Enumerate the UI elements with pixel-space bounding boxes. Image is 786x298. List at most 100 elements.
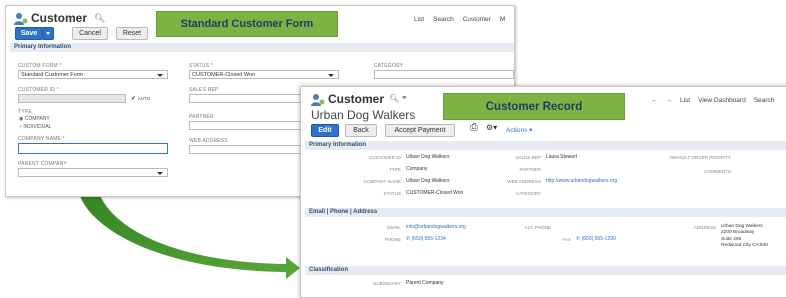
customer-record-banner: Customer Record bbox=[443, 93, 625, 120]
customer-id-field[interactable] bbox=[18, 94, 126, 103]
primary-information-section[interactable]: Primary Information bbox=[305, 141, 786, 150]
top-nav: List Search Customer M bbox=[414, 16, 505, 23]
cancel-button[interactable]: Cancel bbox=[72, 27, 108, 40]
auto-label: AUTO bbox=[137, 96, 151, 101]
subsidiary-label: SUBSIDIARY bbox=[373, 281, 401, 286]
email-link[interactable]: info@urbandogwalkers.org bbox=[406, 224, 466, 230]
reset-button[interactable]: Reset bbox=[116, 27, 148, 40]
comments-label: COMMENTS bbox=[704, 169, 731, 174]
company-name-label: COMPANY NAME bbox=[363, 179, 401, 184]
address-label: ADDRESS bbox=[693, 225, 716, 230]
status-select[interactable]: CUSTOMER-Closed Won bbox=[189, 70, 339, 79]
chevron-down-icon bbox=[157, 172, 163, 175]
page-title: Customer bbox=[31, 11, 88, 25]
type-company-radio[interactable]: ◉ COMPANY bbox=[19, 116, 50, 122]
search-icon[interactable]: 🔍︎ bbox=[389, 94, 399, 103]
parent-company-label: PARENT COMPANY bbox=[18, 161, 67, 167]
custom-form-label: CUSTOM FORM * bbox=[18, 63, 62, 69]
subsidiary-value: Parent Company bbox=[406, 280, 444, 286]
type-individual-radio[interactable]: ○ INDIVIDUAL bbox=[19, 124, 51, 130]
default-order-priority-label: DEFAULT ORDER PRIORITY bbox=[669, 155, 731, 160]
primary-information-section[interactable]: Primary Information bbox=[10, 43, 514, 52]
radio-selected-icon: ◉ bbox=[19, 116, 24, 122]
address-line: Redwood City CA 940 bbox=[721, 243, 768, 249]
fax-value: (650) 555-1290 bbox=[581, 236, 616, 242]
customer-icon bbox=[14, 12, 28, 26]
nav-customer[interactable]: Customer bbox=[463, 16, 491, 23]
nav-search[interactable]: Search bbox=[754, 97, 775, 104]
fax-icon: ✆ bbox=[576, 236, 581, 242]
status-value: CUSTOMER-Closed Won bbox=[406, 190, 464, 196]
gear-icon[interactable]: ⚙▾ bbox=[486, 123, 497, 132]
customer-record-window: Customer 🔍︎ ⚭ Customer Record ← → List V… bbox=[300, 86, 786, 298]
email-phone-address-section[interactable]: Email | Phone | Address bbox=[305, 208, 786, 217]
category-label: CATEGORY bbox=[515, 191, 541, 196]
type-label: TYPE bbox=[389, 167, 401, 172]
customer-id-label: CUSTOMER ID bbox=[368, 155, 401, 160]
status-value: CUSTOMER-Closed Won bbox=[192, 72, 256, 78]
type-label: TYPE bbox=[18, 109, 32, 115]
company-name-field[interactable] bbox=[18, 143, 168, 154]
actions-menu[interactable]: Actions ▾ bbox=[506, 126, 532, 134]
parent-company-select[interactable] bbox=[18, 168, 168, 177]
actions-label: Actions bbox=[506, 127, 528, 134]
custom-form-select[interactable]: Standard Customer Form bbox=[18, 70, 168, 79]
chevron-down-icon bbox=[328, 74, 334, 77]
save-button[interactable]: Save bbox=[15, 27, 43, 40]
page-title: Customer bbox=[328, 92, 385, 106]
search-icon[interactable]: 🔍︎ bbox=[94, 13, 105, 24]
nav-more[interactable]: M bbox=[500, 16, 505, 23]
back-button[interactable]: Back bbox=[345, 124, 377, 137]
fax-label: FAX bbox=[562, 237, 571, 242]
partner-label: PARTNER bbox=[189, 114, 214, 120]
alt-phone-label: ALT. PHONE bbox=[524, 225, 551, 230]
save-button-label: Save bbox=[20, 30, 38, 37]
category-label: CATEGORY bbox=[374, 63, 404, 69]
status-label: STATUS bbox=[383, 191, 401, 196]
edit-button[interactable]: Edit bbox=[311, 124, 339, 137]
web-address-link[interactable]: http://www.urbandogwalkers.org bbox=[546, 178, 617, 184]
sales-rep-label: SALES REP bbox=[515, 155, 541, 160]
company-name-value: Urban Dog Walkers bbox=[406, 178, 450, 184]
sales-rep-label: SALES REP bbox=[189, 87, 219, 93]
type-individual-label: INDIVIDUAL bbox=[23, 124, 52, 130]
type-value: Company bbox=[406, 166, 428, 172]
company-name-label: COMPANY NAME * bbox=[18, 136, 65, 142]
classification-section[interactable]: Classification bbox=[305, 266, 786, 275]
address-block: Urban Dog Walkers 2200 Broadway Suite 20… bbox=[721, 224, 768, 250]
print-icon[interactable]: ⎙ bbox=[470, 122, 478, 133]
phone-icon: ✆ bbox=[406, 236, 411, 242]
chevron-down-icon: ▾ bbox=[529, 127, 533, 134]
nav-list[interactable]: List bbox=[680, 97, 690, 104]
link-icon[interactable]: ⚭ bbox=[401, 93, 408, 102]
sales-rep-value: Laura Stewart bbox=[546, 154, 578, 160]
nav-view-dashboard[interactable]: View Dashboard bbox=[698, 97, 746, 104]
phone-label: PHONE bbox=[384, 237, 401, 242]
phone-value: (650) 555-1234 bbox=[411, 236, 446, 242]
nav-search[interactable]: Search bbox=[433, 16, 454, 23]
web-address-label: WEB ADDRESS bbox=[507, 179, 541, 184]
check-icon: ✔ bbox=[131, 96, 137, 102]
customer-id-label: CUSTOMER ID * bbox=[18, 87, 59, 93]
chevron-down-icon bbox=[157, 74, 163, 77]
standard-customer-form-banner: Standard Customer Form bbox=[156, 11, 338, 37]
record-name: Urban Dog Walkers bbox=[311, 108, 416, 122]
back-arrow-icon[interactable]: ← bbox=[651, 97, 658, 104]
web-address-label: WEB ADDRESS bbox=[189, 138, 228, 144]
phone-link[interactable]: ✆ (650) 555-1234 bbox=[406, 236, 446, 242]
email-label: EMAIL bbox=[387, 225, 401, 230]
partner-label: PARTNER bbox=[519, 167, 541, 172]
auto-checkbox[interactable]: ✔ AUTO bbox=[131, 95, 150, 102]
type-company-label: COMPANY bbox=[24, 116, 50, 122]
save-dropdown-button[interactable] bbox=[42, 27, 54, 40]
accept-payment-button[interactable]: Accept Payment bbox=[385, 124, 455, 137]
radio-empty-icon: ○ bbox=[19, 124, 23, 130]
nav-list[interactable]: List bbox=[414, 16, 424, 23]
top-nav: ← → List View Dashboard Search bbox=[651, 97, 774, 104]
chevron-down-icon bbox=[46, 32, 50, 35]
category-select[interactable] bbox=[374, 70, 514, 79]
customer-icon bbox=[311, 93, 325, 107]
forward-arrow-icon[interactable]: → bbox=[666, 97, 673, 104]
fax-link[interactable]: ✆ (650) 555-1290 bbox=[576, 236, 616, 242]
custom-form-value: Standard Customer Form bbox=[21, 72, 84, 78]
